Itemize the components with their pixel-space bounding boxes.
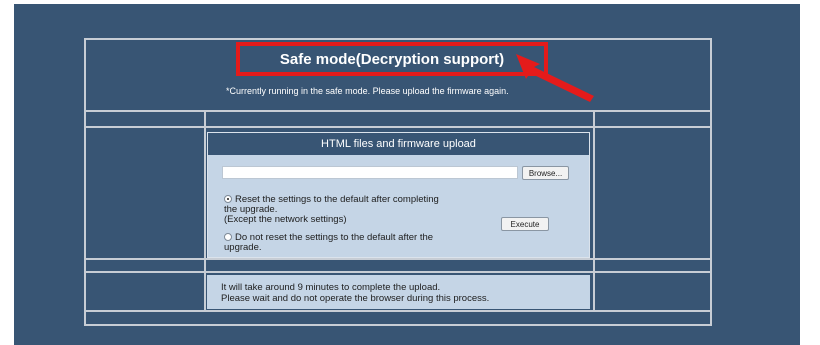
upload-time-notice: It will take around 9 minutes to complet… [207,275,590,309]
column-divider [593,112,595,310]
divider [84,126,712,128]
upload-panel-heading: HTML files and firmware upload [208,133,589,155]
keep-settings-option[interactable]: Do not reset the settings to the default… [224,233,433,253]
safe-mode-notice: *Currently running in the safe mode. Ple… [226,86,509,96]
upload-panel: HTML files and firmware upload Browse...… [207,132,590,258]
keep-option-label-line2: upgrade. [224,242,262,253]
reset-option-label-line3: (Except the network settings) [224,214,347,225]
keep-settings-radio[interactable] [224,233,232,241]
notice-line1: It will take around 9 minutes to complet… [221,282,441,293]
browse-button[interactable]: Browse... [522,166,569,180]
notice-line2: Please wait and do not operate the brows… [221,293,490,304]
firmware-file-input[interactable] [222,166,518,179]
reset-settings-radio[interactable] [224,195,232,203]
divider [84,310,712,312]
reset-settings-option[interactable]: Reset the settings to the default after … [224,195,439,225]
red-arrow-annotation [516,54,594,102]
divider [84,110,712,112]
column-divider [204,112,206,310]
keep-option-label-line1: Do not reset the settings to the default… [235,232,434,243]
divider [84,258,712,260]
divider [84,271,712,273]
execute-button[interactable]: Execute [501,217,549,231]
